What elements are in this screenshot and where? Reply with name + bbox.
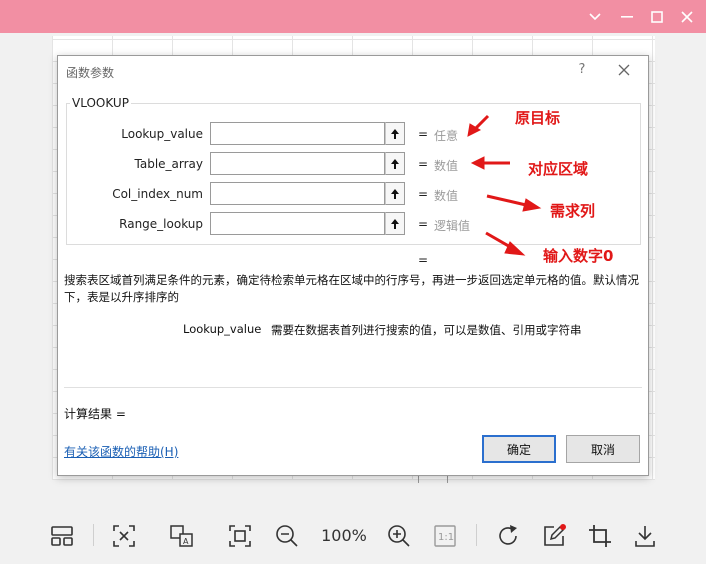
toolbar-divider	[476, 524, 477, 546]
annotation-arrows	[467, 114, 542, 256]
toolbar-divider	[93, 524, 94, 546]
edit-icon[interactable]	[538, 520, 570, 552]
annotation-corresponding-range: 对应区域	[528, 160, 589, 178]
zoom-out-icon[interactable]	[271, 520, 303, 552]
translate-icon[interactable]: A	[166, 520, 198, 552]
actual-size-label: 1:1	[438, 532, 454, 543]
zoom-in-icon[interactable]	[383, 520, 415, 552]
actual-size-icon[interactable]: 1:1	[429, 520, 461, 552]
download-icon[interactable]	[629, 520, 661, 552]
layout-icon[interactable]	[46, 520, 78, 552]
annotation-original-target: 原目标	[515, 109, 561, 127]
crop-icon[interactable]	[584, 520, 616, 552]
svg-text:A: A	[183, 537, 189, 546]
zoom-level: 100%	[321, 526, 367, 545]
fullscreen-icon[interactable]	[224, 520, 256, 552]
fit-screen-icon[interactable]	[108, 520, 140, 552]
annotation-required-column: 需求列	[550, 202, 596, 220]
rotate-icon[interactable]	[492, 520, 524, 552]
annotation-enter-zero: 输入数字0	[543, 247, 614, 265]
